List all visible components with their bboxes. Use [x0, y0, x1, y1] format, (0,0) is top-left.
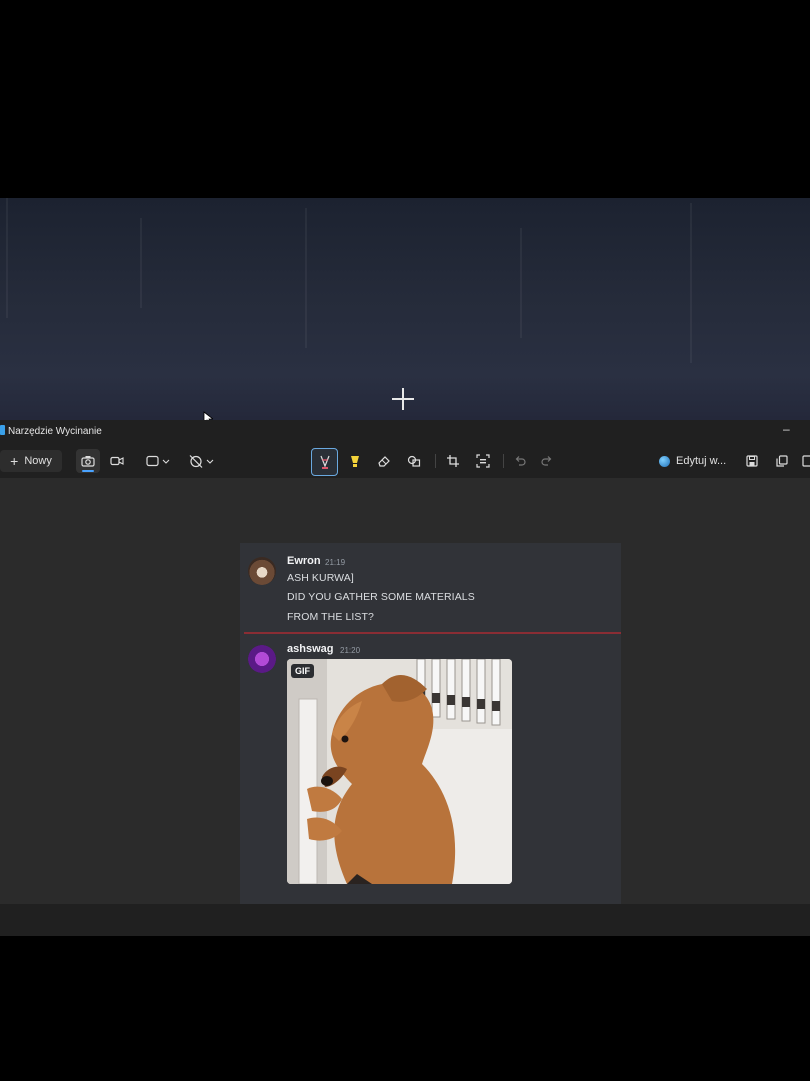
video-mode-button[interactable]	[106, 450, 128, 472]
avatar-ewron	[248, 557, 276, 585]
camera-icon	[81, 456, 95, 467]
copy-icon	[776, 455, 788, 467]
video-icon	[110, 456, 124, 466]
crosshair-cursor-icon	[392, 388, 414, 410]
undo-icon	[515, 456, 526, 466]
message-line: DID YOU GATHER SOME MATERIALS	[287, 591, 475, 603]
window-bottom-bar	[0, 904, 810, 936]
message-line: FROM THE LIST?	[287, 611, 374, 623]
share-button[interactable]	[800, 450, 810, 472]
message-timestamp: 21:20	[340, 646, 361, 655]
toolbar: + Nowy Edytuj w...	[0, 442, 810, 478]
paint-globe-icon	[659, 455, 670, 467]
crop-icon	[447, 455, 459, 467]
ballpoint-pen-button[interactable]	[311, 448, 338, 476]
window-titlebar: Narzędzie Wycinanie –	[0, 420, 810, 442]
edit-in-label: Edytuj w...	[676, 455, 727, 467]
message-timestamp: 21:19	[325, 558, 346, 567]
delay-timer-dropdown[interactable]	[186, 450, 216, 472]
message-author: Ewron	[287, 555, 321, 567]
toolbar-separator	[435, 454, 436, 468]
text-actions-icon	[476, 454, 490, 468]
save-button[interactable]	[742, 450, 762, 472]
ballpoint-pen-icon	[319, 455, 330, 469]
plus-icon: +	[10, 453, 19, 469]
snip-shape-dropdown[interactable]	[144, 450, 174, 472]
share-icon	[802, 455, 810, 467]
copy-button[interactable]	[772, 450, 792, 472]
captured-chat-image: Ewron 21:19 ASH KURWA] DID YOU GATHER SO…	[240, 543, 621, 904]
eraser-button[interactable]	[373, 450, 395, 472]
timer-off-icon	[189, 455, 214, 468]
screenshot-mode-button[interactable]	[76, 449, 100, 473]
gif-attachment: GIF	[287, 659, 512, 884]
message-author: ashswag	[287, 643, 334, 655]
eraser-icon	[378, 456, 390, 467]
new-snip-label: Nowy	[24, 455, 52, 467]
rectangle-mode-icon	[146, 455, 170, 467]
dog-gif-image	[287, 659, 512, 884]
gif-badge: GIF	[291, 664, 314, 678]
minimize-button[interactable]: –	[783, 422, 790, 436]
undo-button[interactable]	[510, 450, 530, 472]
shapes-button[interactable]	[403, 450, 425, 472]
message-line: ASH KURWA]	[287, 572, 354, 584]
shapes-icon	[407, 455, 421, 467]
edit-in-paint-button[interactable]: Edytuj w...	[659, 450, 726, 472]
desktop-wallpaper	[0, 198, 810, 420]
redo-button[interactable]	[537, 450, 557, 472]
avatar-ashswag	[248, 645, 276, 673]
toolbar-separator	[503, 454, 504, 468]
window-title: Narzędzie Wycinanie	[8, 426, 102, 437]
crop-button[interactable]	[442, 450, 464, 472]
new-snip-button[interactable]: + Nowy	[0, 450, 62, 472]
highlighter-button[interactable]	[344, 450, 366, 472]
redo-icon	[541, 456, 552, 466]
new-messages-divider	[244, 632, 621, 634]
save-icon	[746, 455, 758, 467]
snipping-tool-app-icon	[0, 425, 5, 435]
text-actions-button[interactable]	[472, 450, 494, 472]
highlighter-icon	[351, 456, 359, 467]
